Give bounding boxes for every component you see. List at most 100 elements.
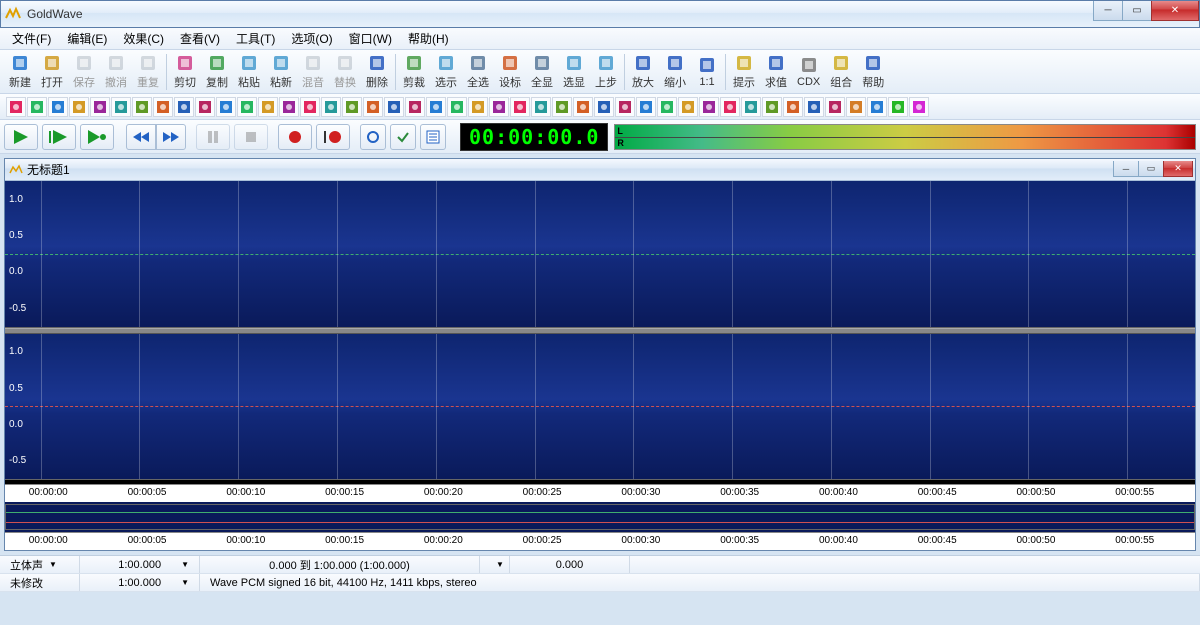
effect-button-21[interactable] xyxy=(447,97,467,117)
cut-button[interactable]: 剪切 xyxy=(169,51,201,92)
effect-button-35[interactable] xyxy=(741,97,761,117)
overview-bar[interactable] xyxy=(5,504,1195,530)
effect-button-13[interactable] xyxy=(279,97,299,117)
zoom-in-button[interactable]: 放大 xyxy=(627,51,659,92)
effect-button-42[interactable] xyxy=(888,97,908,117)
effect-button-33[interactable] xyxy=(699,97,719,117)
combine-button[interactable]: 组合 xyxy=(825,51,857,92)
select-button[interactable]: 选示 xyxy=(430,51,462,92)
effect-button-24[interactable] xyxy=(510,97,530,117)
pause-button[interactable] xyxy=(196,124,230,150)
record-button[interactable] xyxy=(278,124,312,150)
doc-minimize-button[interactable]: ─ xyxy=(1113,161,1139,177)
loop-button[interactable] xyxy=(360,124,386,150)
effect-button-4[interactable] xyxy=(90,97,110,117)
menu-item[interactable]: 编辑(E) xyxy=(59,28,115,49)
maximize-button[interactable]: ▭ xyxy=(1122,1,1152,21)
effect-button-2[interactable] xyxy=(48,97,68,117)
check-button[interactable] xyxy=(390,124,416,150)
replace-button[interactable]: 替换 xyxy=(329,51,361,92)
select-show-button[interactable]: 选显 xyxy=(558,51,590,92)
effect-button-40[interactable] xyxy=(846,97,866,117)
show-all-button[interactable]: 全显 xyxy=(526,51,558,92)
play-selection-button[interactable] xyxy=(42,124,76,150)
effect-button-29[interactable] xyxy=(615,97,635,117)
effect-button-30[interactable] xyxy=(636,97,656,117)
effect-button-36[interactable] xyxy=(762,97,782,117)
minimize-button[interactable]: ─ xyxy=(1093,1,1123,21)
eval-button[interactable]: 求值 xyxy=(760,51,792,92)
forward-button[interactable] xyxy=(156,124,186,150)
effect-button-26[interactable] xyxy=(552,97,572,117)
effect-button-41[interactable] xyxy=(867,97,887,117)
effect-button-43[interactable] xyxy=(909,97,929,117)
left-channel[interactable]: 1.00.50.0-0.5 xyxy=(5,181,1195,328)
effect-button-38[interactable] xyxy=(804,97,824,117)
effect-button-7[interactable] xyxy=(153,97,173,117)
properties-button[interactable] xyxy=(420,124,446,150)
stop-button[interactable] xyxy=(234,124,268,150)
effect-button-9[interactable] xyxy=(195,97,215,117)
zoom-11-button[interactable]: 1:1 xyxy=(691,53,723,90)
effect-button-25[interactable] xyxy=(531,97,551,117)
close-button[interactable]: ✕ xyxy=(1151,1,1199,21)
effect-button-16[interactable] xyxy=(342,97,362,117)
effect-button-28[interactable] xyxy=(594,97,614,117)
effect-button-10[interactable] xyxy=(216,97,236,117)
effect-button-5[interactable] xyxy=(111,97,131,117)
cdx-button[interactable]: CDX xyxy=(792,53,825,90)
play-to-end-button[interactable] xyxy=(80,124,114,150)
effect-button-27[interactable] xyxy=(573,97,593,117)
rewind-button[interactable] xyxy=(126,124,156,150)
zoom-out-button[interactable]: 缩小 xyxy=(659,51,691,92)
menu-item[interactable]: 帮助(H) xyxy=(400,28,457,49)
status-range-arrow[interactable]: ▼ xyxy=(480,556,510,573)
doc-maximize-button[interactable]: ▭ xyxy=(1138,161,1164,177)
help-button[interactable]: 帮助 xyxy=(857,51,889,92)
menu-item[interactable]: 文件(F) xyxy=(4,28,59,49)
effect-button-17[interactable] xyxy=(363,97,383,117)
new-button[interactable]: 新建 xyxy=(4,51,36,92)
status-channels[interactable]: 立体声▼ xyxy=(0,556,80,573)
select-all-button[interactable]: 全选 xyxy=(462,51,494,92)
status-duration[interactable]: 1:00.000▼ xyxy=(80,556,200,573)
effect-button-23[interactable] xyxy=(489,97,509,117)
record-new-button[interactable] xyxy=(316,124,350,150)
effect-button-8[interactable] xyxy=(174,97,194,117)
doc-close-button[interactable]: ✕ xyxy=(1163,161,1193,177)
play-button[interactable] xyxy=(4,124,38,150)
delete-button[interactable]: 删除 xyxy=(361,51,393,92)
undo-button[interactable]: 撤消 xyxy=(100,51,132,92)
status-format[interactable]: Wave PCM signed 16 bit, 44100 Hz, 1411 k… xyxy=(200,574,1200,591)
mix-button[interactable]: 混音 xyxy=(297,51,329,92)
trim-button[interactable]: 剪裁 xyxy=(398,51,430,92)
time-ruler-overview[interactable]: 00:00:0000:00:0500:00:1000:00:1500:00:20… xyxy=(5,532,1195,550)
effect-button-3[interactable] xyxy=(69,97,89,117)
save-button[interactable]: 保存 xyxy=(68,51,100,92)
menu-item[interactable]: 效果(C) xyxy=(115,28,172,49)
effect-button-15[interactable] xyxy=(321,97,341,117)
effect-button-31[interactable] xyxy=(657,97,677,117)
right-channel[interactable]: 1.00.50.0-0.5 xyxy=(5,334,1195,481)
set-marker-button[interactable]: 设标 xyxy=(494,51,526,92)
status-range[interactable]: 0.000 到 1:00.000 (1:00.000) xyxy=(200,556,480,573)
redo-button[interactable]: 重复 xyxy=(132,51,164,92)
effect-button-20[interactable] xyxy=(426,97,446,117)
copy-button[interactable]: 复制 xyxy=(201,51,233,92)
menu-item[interactable]: 窗口(W) xyxy=(341,28,400,49)
effect-button-37[interactable] xyxy=(783,97,803,117)
menu-item[interactable]: 查看(V) xyxy=(172,28,228,49)
effect-button-32[interactable] xyxy=(678,97,698,117)
effect-button-19[interactable] xyxy=(405,97,425,117)
time-ruler-main[interactable]: 00:00:0000:00:0500:00:1000:00:1500:00:20… xyxy=(5,484,1195,502)
status-duration2[interactable]: 1:00.000▼ xyxy=(80,574,200,591)
effect-button-11[interactable] xyxy=(237,97,257,117)
waveform-area[interactable]: 1.00.50.0-0.5 1.00.50.0-0.5 00:00:0000:0… xyxy=(5,181,1195,550)
effect-button-12[interactable] xyxy=(258,97,278,117)
effect-button-39[interactable] xyxy=(825,97,845,117)
menu-item[interactable]: 工具(T) xyxy=(228,28,283,49)
effect-button-22[interactable] xyxy=(468,97,488,117)
hint-button[interactable]: 提示 xyxy=(728,51,760,92)
effect-button-1[interactable] xyxy=(27,97,47,117)
effect-button-18[interactable] xyxy=(384,97,404,117)
